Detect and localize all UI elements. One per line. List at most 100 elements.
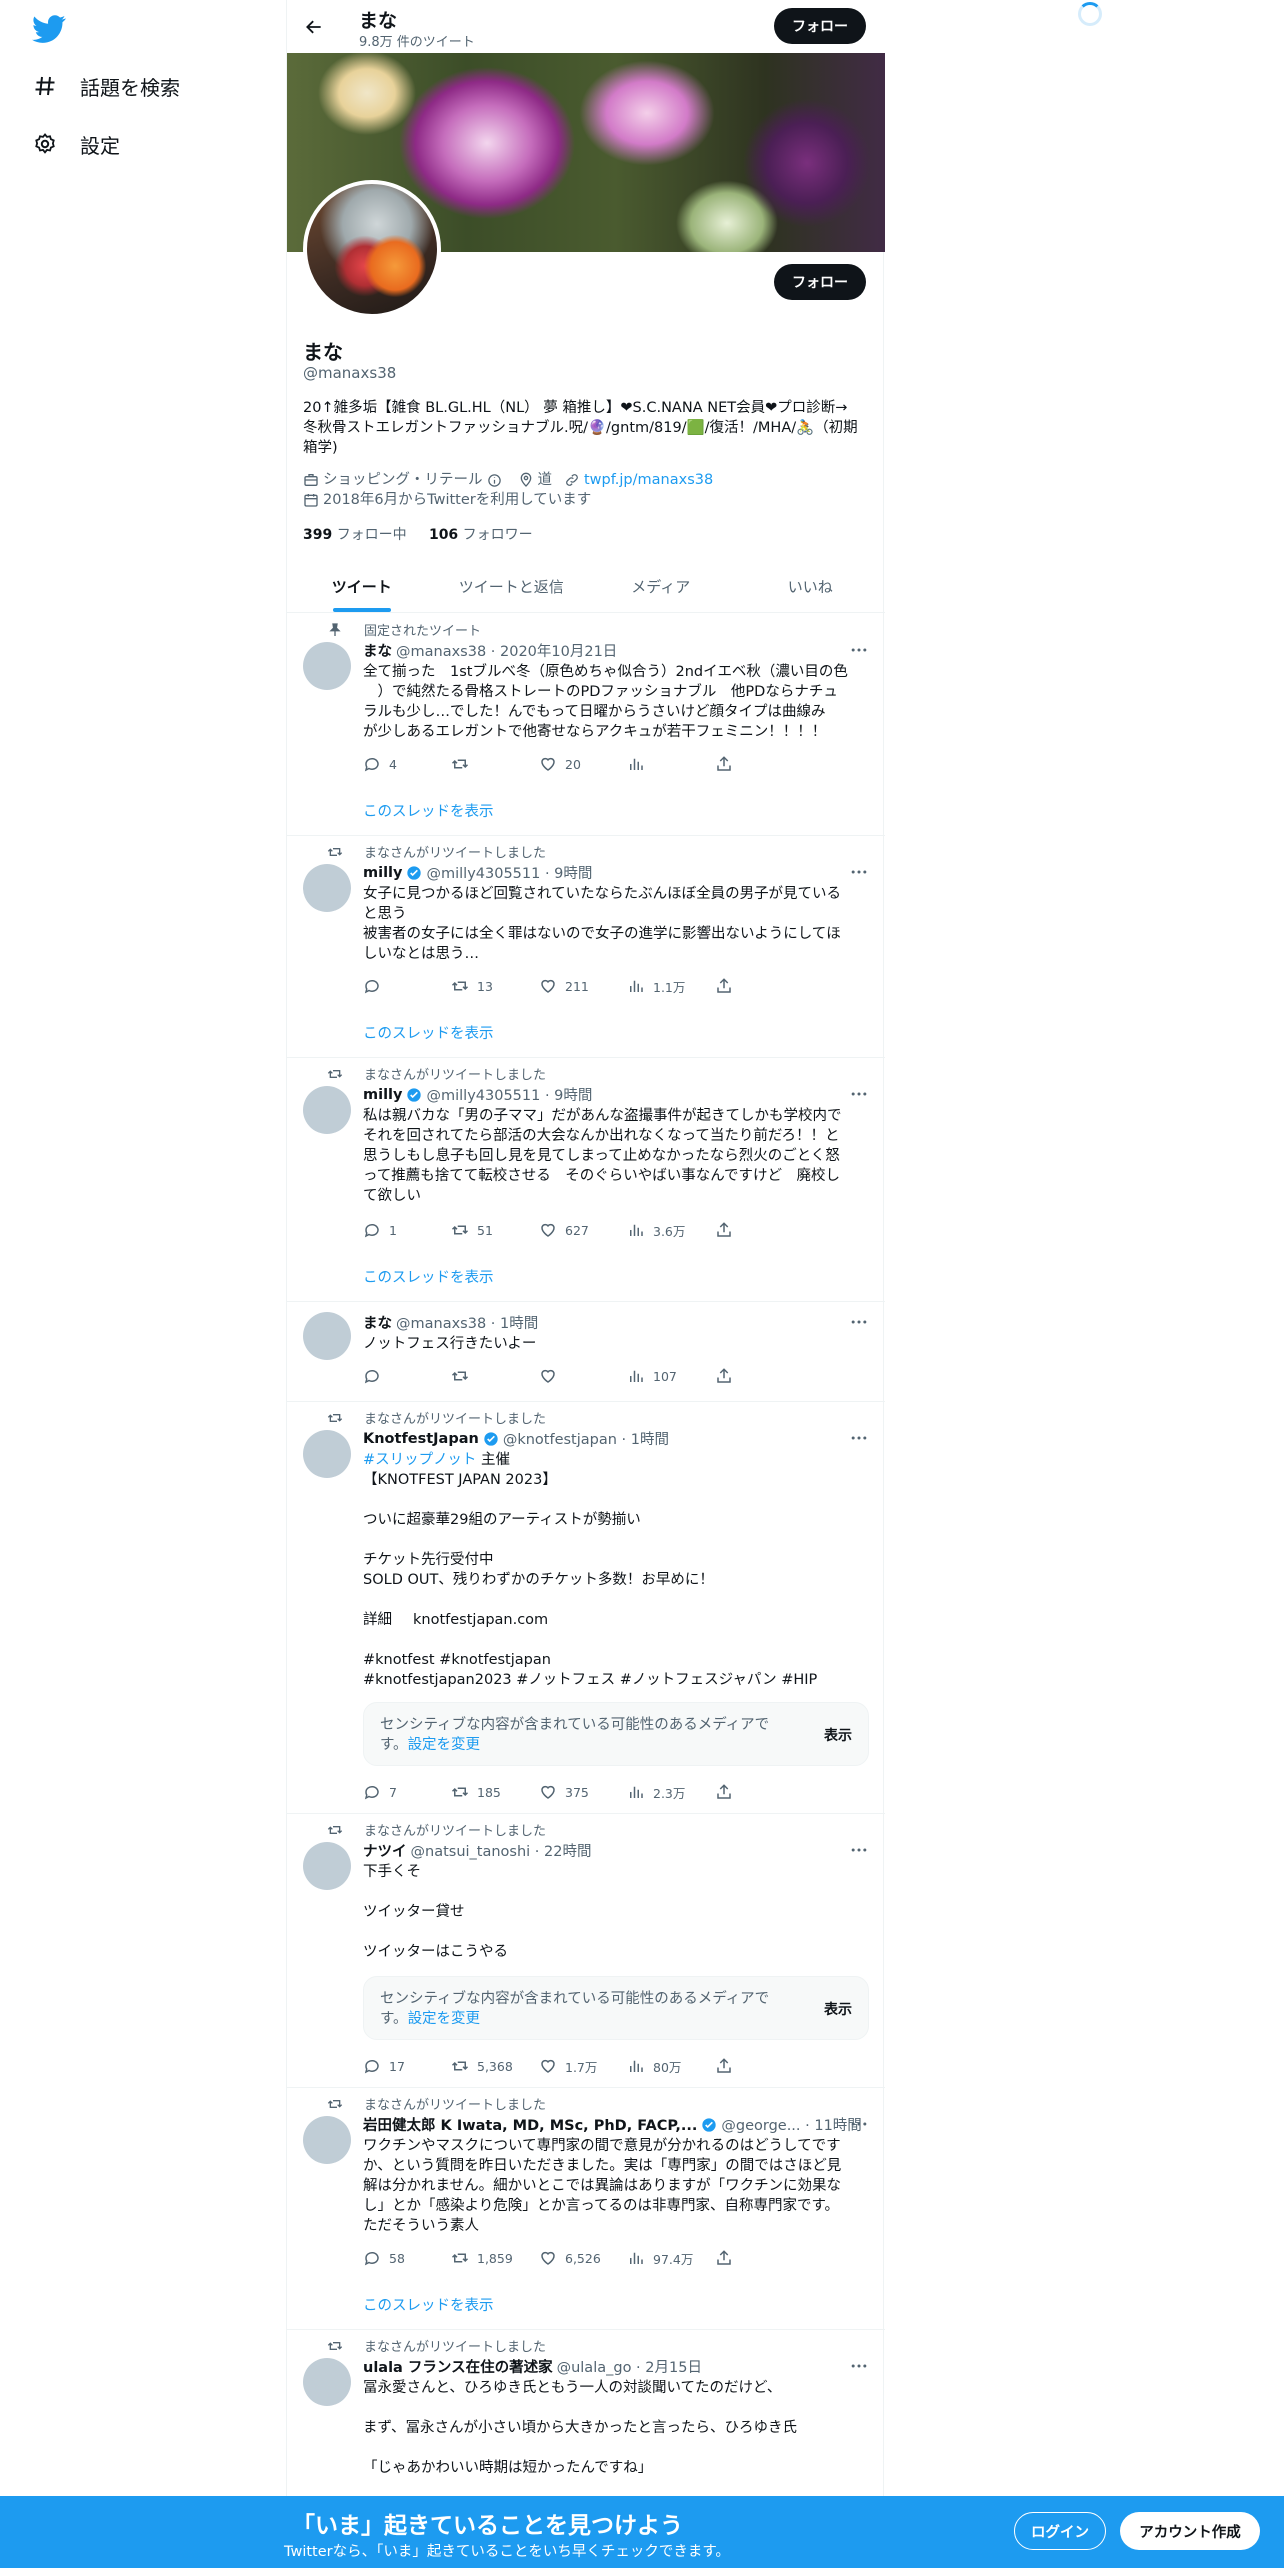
- more-icon[interactable]: [849, 1084, 869, 1104]
- like-button[interactable]: 1.7万: [539, 2056, 627, 2076]
- tweet-author-handle[interactable]: @natsui_tanoshi · 22時間: [411, 1840, 592, 1861]
- reply-button[interactable]: [363, 976, 451, 996]
- tab-likes[interactable]: いいね: [736, 560, 886, 612]
- avatar[interactable]: [303, 1842, 351, 1890]
- like-button[interactable]: 6,526: [539, 2248, 627, 2268]
- reply-button[interactable]: 1: [363, 1220, 451, 1240]
- tweet-author-name[interactable]: KnotfestJapan: [363, 1431, 479, 1447]
- tweet[interactable]: まなさんがリツイートしました KnotfestJapan @knotfestja…: [287, 1402, 885, 1814]
- tab-tweets[interactable]: ツイート: [287, 560, 437, 612]
- retweet-button[interactable]: 5,368: [451, 2056, 539, 2076]
- twitter-logo-icon[interactable]: [32, 12, 66, 46]
- tweet-author-handle[interactable]: @manaxs38 · 2020年10月21日: [396, 640, 617, 661]
- tweet-author-handle[interactable]: @george... · 11時間: [721, 2114, 861, 2135]
- tweet-author-name[interactable]: 岩田健太郎 K Iwata, MD, MSc, PhD, FACP,...: [363, 2114, 697, 2135]
- avatar[interactable]: [303, 1086, 351, 1134]
- share-button[interactable]: [715, 2056, 803, 2076]
- show-thread-link[interactable]: このスレッドを表示: [363, 1266, 494, 1287]
- reply-button[interactable]: 17: [363, 2056, 451, 2076]
- share-button[interactable]: [715, 1782, 803, 1802]
- more-icon[interactable]: [849, 640, 869, 660]
- tweet-url-link[interactable]: knotfestjapan.com: [413, 1610, 713, 1630]
- tweet-author-handle[interactable]: @milly4305511 · 9時間: [426, 862, 592, 883]
- avatar[interactable]: [303, 1430, 351, 1478]
- hashtag-link[interactable]: #knotfestjapan2023 #ノットフェス #ノットフェスジャパン #…: [363, 1670, 869, 1690]
- views-button[interactable]: 1.1万: [627, 976, 715, 996]
- more-icon[interactable]: [849, 862, 869, 882]
- profile-avatar[interactable]: [303, 180, 441, 318]
- tab-tweets-and-replies[interactable]: ツイートと返信: [437, 560, 587, 612]
- like-button[interactable]: 20: [539, 754, 627, 774]
- signup-button[interactable]: アカウント作成: [1120, 2512, 1260, 2550]
- more-icon[interactable]: [849, 1312, 869, 1332]
- more-icon[interactable]: [849, 2356, 869, 2376]
- tweet[interactable]: まなさんがリツイートしました milly @milly4305511 · 9時間…: [287, 836, 885, 1058]
- show-thread-link[interactable]: このスレッドを表示: [363, 800, 494, 821]
- retweet-button[interactable]: [451, 754, 539, 774]
- tweet[interactable]: まな @manaxs38 · 1時間 ノットフェス行きたいよー 107: [287, 1302, 885, 1402]
- reply-button[interactable]: 58: [363, 2248, 451, 2268]
- tweet-author-name[interactable]: ulala フランス在住の著述家: [363, 2356, 553, 2377]
- views-button[interactable]: 2.3万: [627, 1782, 715, 1802]
- tweet-author-name[interactable]: milly: [363, 1087, 402, 1103]
- like-button[interactable]: 211: [539, 976, 627, 996]
- back-arrow-icon[interactable]: [301, 14, 327, 40]
- hashtag-link[interactable]: #スリップノット: [363, 1452, 476, 1468]
- avatar[interactable]: [303, 864, 351, 912]
- following-link[interactable]: 399 フォロー中: [303, 527, 407, 543]
- avatar[interactable]: [303, 642, 351, 690]
- share-button[interactable]: [715, 1220, 803, 1240]
- share-button[interactable]: [715, 754, 803, 774]
- tab-media[interactable]: メディア: [586, 560, 736, 612]
- tweet-author-name[interactable]: milly: [363, 865, 402, 881]
- followers-link[interactable]: 106 フォロワー: [429, 527, 533, 543]
- nav-explore[interactable]: 話題を検索: [32, 66, 180, 106]
- like-button[interactable]: 375: [539, 1782, 627, 1802]
- show-media-button[interactable]: 表示: [824, 1999, 852, 2019]
- share-button[interactable]: [715, 1366, 803, 1386]
- views-button[interactable]: 107: [627, 1366, 715, 1386]
- share-button[interactable]: [715, 976, 803, 996]
- views-button[interactable]: 3.6万: [627, 1220, 715, 1240]
- tweet[interactable]: まなさんがリツイートしました 岩田健太郎 K Iwata, MD, MSc, P…: [287, 2088, 885, 2330]
- views-button[interactable]: [627, 754, 715, 774]
- tweet-author-handle[interactable]: @knotfestjapan · 1時間: [503, 1428, 669, 1449]
- more-icon[interactable]: [849, 2114, 869, 2134]
- retweet-button[interactable]: [451, 1366, 539, 1386]
- tweet-author-name[interactable]: まな: [363, 640, 392, 661]
- views-button[interactable]: 97.4万: [627, 2248, 715, 2268]
- info-icon[interactable]: [487, 473, 502, 488]
- retweet-button[interactable]: 185: [451, 1782, 539, 1802]
- share-button[interactable]: [715, 2248, 803, 2268]
- tweet-author-name[interactable]: ナツイ: [363, 1840, 407, 1861]
- like-button[interactable]: [539, 1366, 627, 1386]
- profile-follow-button[interactable]: フォロー: [774, 264, 866, 300]
- reply-button[interactable]: [363, 1366, 451, 1386]
- avatar[interactable]: [303, 2358, 351, 2406]
- tweet-author-handle[interactable]: @milly4305511 · 9時間: [426, 1084, 592, 1105]
- views-button[interactable]: 80万: [627, 2056, 715, 2076]
- avatar[interactable]: [303, 2116, 351, 2164]
- avatar[interactable]: [303, 1312, 351, 1360]
- reply-button[interactable]: 4: [363, 754, 451, 774]
- header-follow-button[interactable]: フォロー: [774, 8, 866, 44]
- retweet-button[interactable]: 1,859: [451, 2248, 539, 2268]
- like-button[interactable]: 627: [539, 1220, 627, 1240]
- tweet-author-handle[interactable]: @manaxs38 · 1時間: [396, 1312, 538, 1333]
- tweet[interactable]: まなさんがリツイートしました ulala フランス在住の著述家 @ulala_g…: [287, 2330, 885, 2496]
- tweet-author-name[interactable]: まな: [363, 1312, 392, 1333]
- login-button[interactable]: ログイン: [1014, 2512, 1106, 2550]
- reply-button[interactable]: 7: [363, 1782, 451, 1802]
- show-thread-link[interactable]: このスレッドを表示: [363, 1022, 494, 1043]
- show-thread-link[interactable]: このスレッドを表示: [363, 2294, 494, 2315]
- change-settings-link[interactable]: 設定を変更: [408, 2011, 481, 2027]
- retweet-button[interactable]: 13: [451, 976, 539, 996]
- more-icon[interactable]: [849, 1840, 869, 1860]
- hashtag-link[interactable]: #knotfest #knotfestjapan: [363, 1650, 869, 1670]
- tweet[interactable]: まなさんがリツイートしました milly @milly4305511 · 9時間…: [287, 1058, 885, 1302]
- change-settings-link[interactable]: 設定を変更: [408, 1737, 481, 1753]
- show-media-button[interactable]: 表示: [824, 1725, 852, 1745]
- more-icon[interactable]: [849, 1428, 869, 1448]
- retweet-button[interactable]: 51: [451, 1220, 539, 1240]
- tweet-author-handle[interactable]: @ulala_go · 2月15日: [557, 2356, 702, 2377]
